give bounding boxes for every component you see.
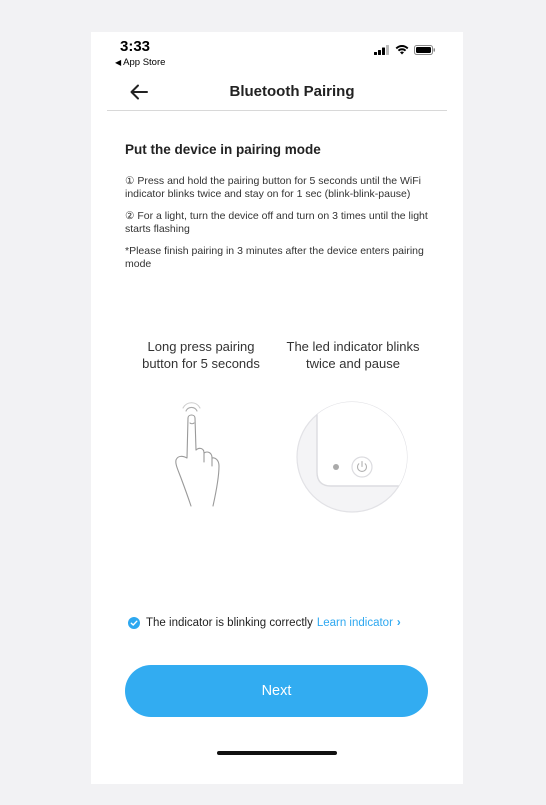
instruction-step-1: ① Press and hold the pairing button for … (125, 175, 421, 200)
status-bar: 3:33 ◀ App Store (91, 32, 463, 72)
led-indicator-label: The led indicator blinks twice and pause (286, 339, 420, 371)
chevron-right-icon: › (396, 617, 401, 629)
indicator-confirm-row: The indicator is blinking correctly Lear… (128, 617, 438, 629)
instructions-section: Put the device in pairing mode ① Press a… (125, 142, 431, 280)
device-led-illustration (296, 401, 408, 513)
system-icons (374, 45, 436, 55)
signal-icon (374, 45, 389, 55)
back-triangle-icon: ◀ (115, 58, 122, 67)
led-dot (333, 464, 339, 470)
status-time: 3:33 (120, 38, 151, 55)
battery-icon (414, 45, 435, 55)
instruction-note: *Please finish pairing in 3 minutes afte… (125, 245, 424, 270)
back-to-app-label: App Store (123, 57, 166, 68)
indicator-confirm-label: The indicator is blinking correctly (146, 617, 313, 629)
hand-press-icon (175, 402, 220, 507)
instruction-step-2: ② For a light, turn the device off and t… (125, 210, 428, 235)
check-circle-icon[interactable] (128, 617, 140, 629)
learn-indicator-link[interactable]: Learn indicator › (317, 617, 401, 629)
navigation-bar: Bluetooth Pairing (107, 72, 447, 111)
long-press-label: Long press pairing button for 5 seconds (142, 339, 260, 371)
back-to-app-store[interactable]: ◀ App Store (115, 57, 165, 68)
instructions-heading: Put the device in pairing mode (125, 142, 321, 157)
page-title: Bluetooth Pairing (229, 83, 355, 100)
learn-indicator-label: Learn indicator (316, 617, 393, 629)
wifi-icon (395, 45, 409, 55)
phone-screen: 3:33 ◀ App Store Bluetooth Pairing Put t… (91, 32, 463, 784)
home-indicator (217, 751, 337, 755)
next-button[interactable]: Next (125, 665, 428, 717)
